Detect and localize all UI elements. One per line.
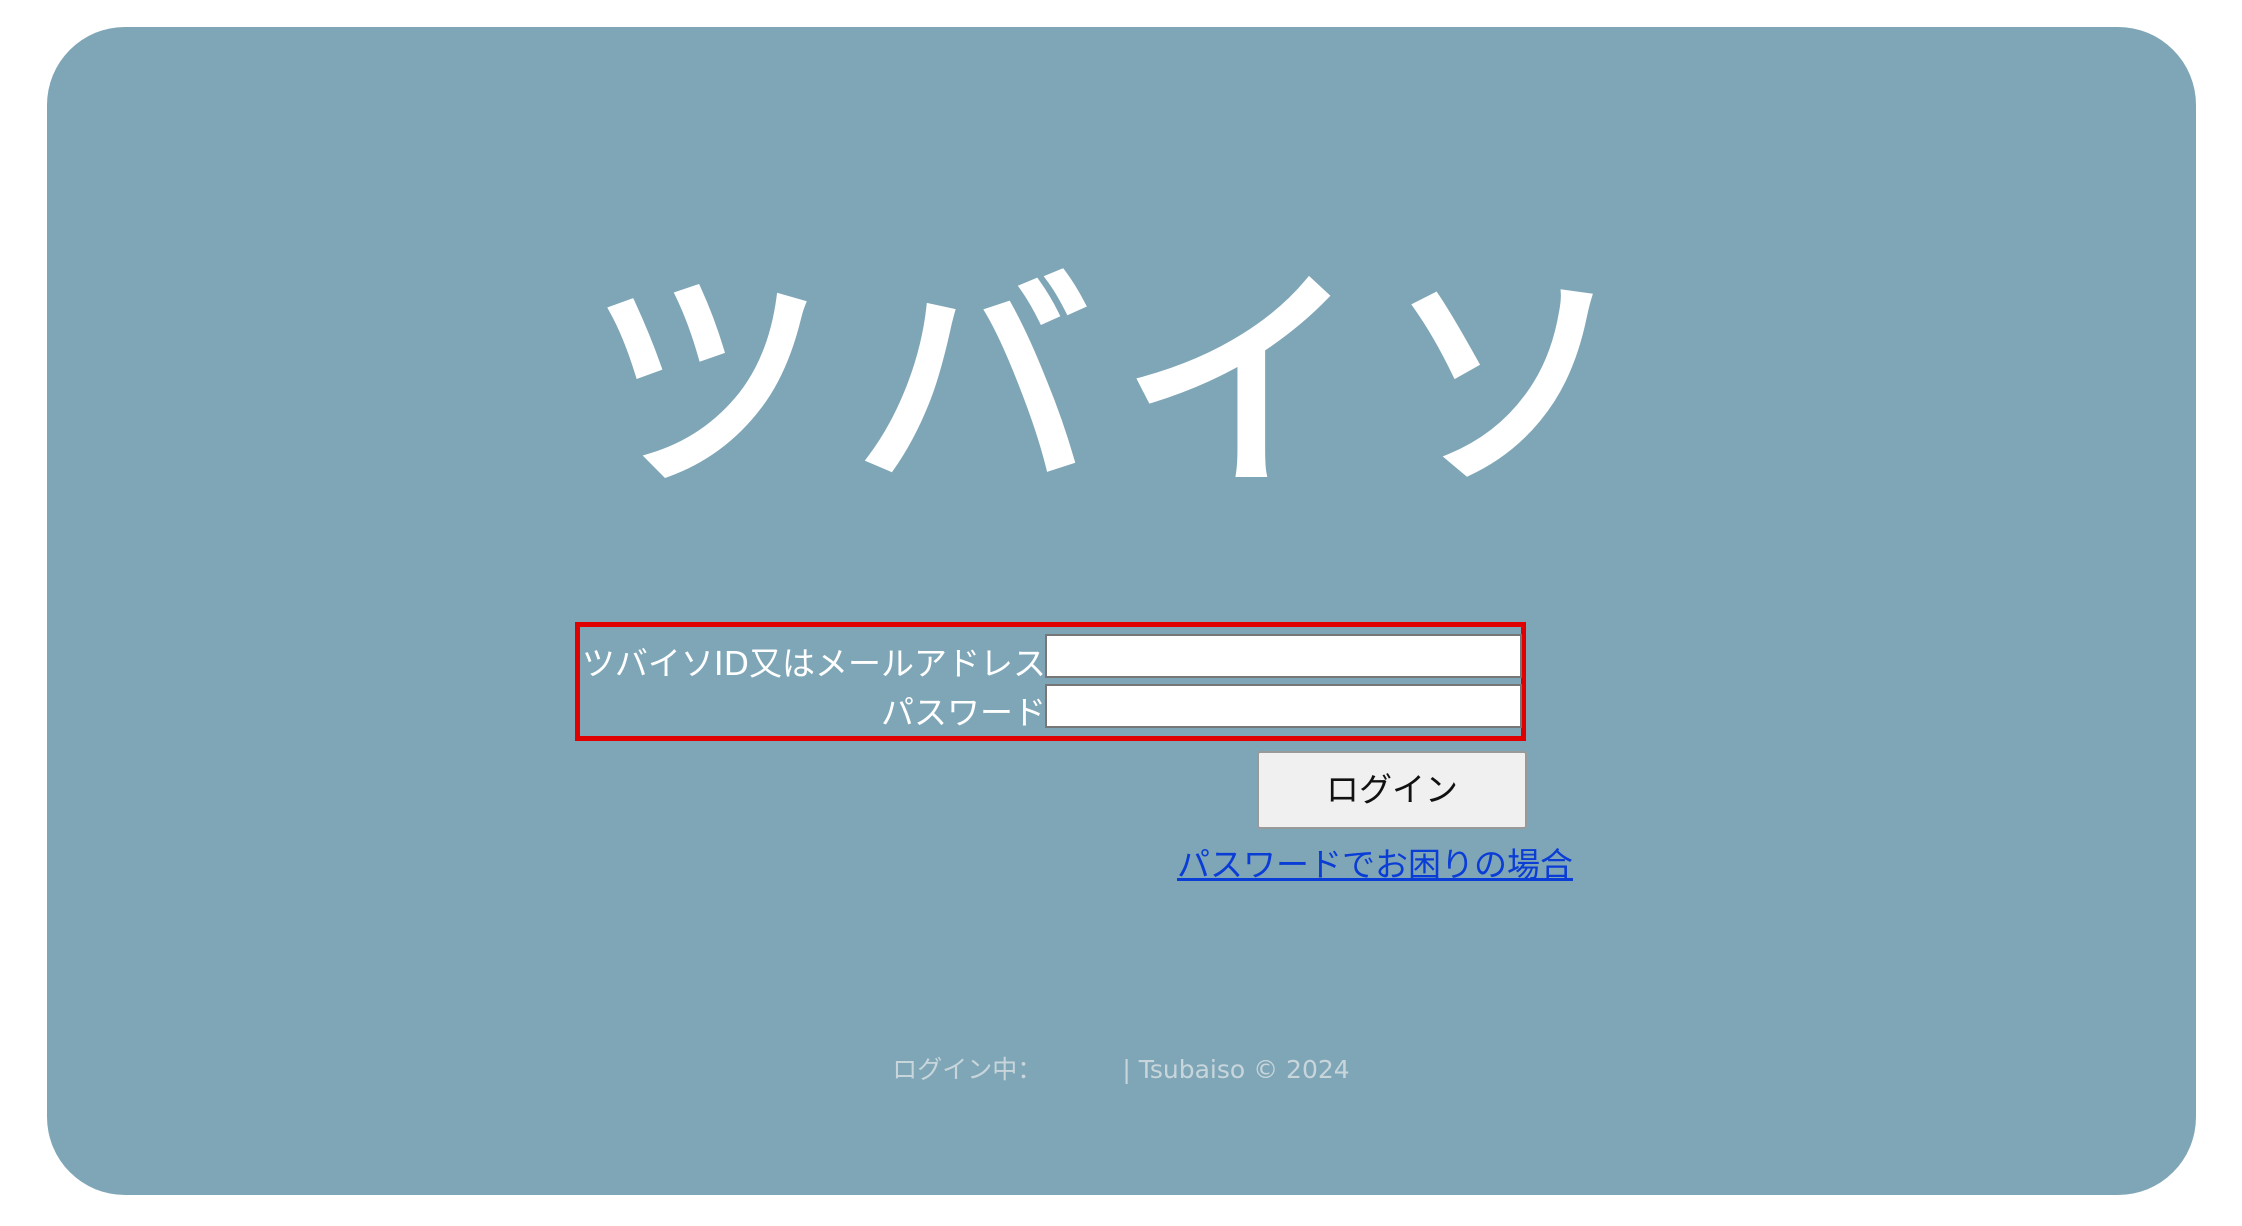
id-input[interactable] [1045, 634, 1522, 678]
id-label: ツバイソID又はメールアドレス [581, 644, 1046, 683]
login-status-label: ログイン中： [892, 1055, 1043, 1084]
footer-separator: | [1122, 1055, 1131, 1084]
copyright-text: Tsubaiso © 2024 [1138, 1055, 1350, 1084]
credentials-highlight-box: ツバイソID又はメールアドレス パスワード [575, 622, 1526, 741]
tsubaiso-logo: ツバイソ [589, 247, 1654, 522]
login-card: ツバイソ [47, 27, 2196, 1195]
forgot-password-link[interactable]: パスワードでお困りの場合 [1177, 838, 1573, 886]
footer: ログイン中： | Tsubaiso © 2024 [0, 1050, 2242, 1086]
password-label: パスワード [881, 693, 1046, 732]
login-button[interactable]: ログイン [1257, 751, 1527, 829]
password-input[interactable] [1045, 684, 1522, 728]
